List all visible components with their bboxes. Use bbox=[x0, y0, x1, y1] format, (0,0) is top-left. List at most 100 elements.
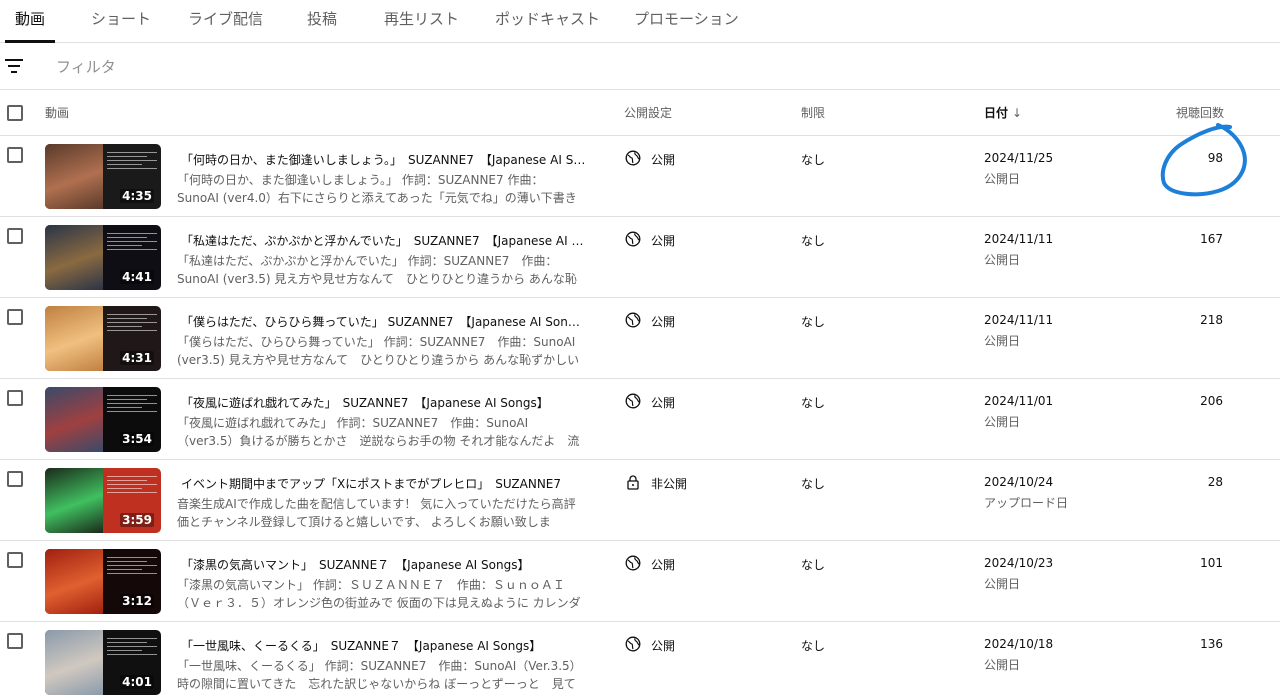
view-count: 101 bbox=[1200, 556, 1223, 570]
globe-icon bbox=[625, 555, 641, 571]
video-date: 2024/11/11 bbox=[984, 232, 1054, 246]
video-date: 2024/11/01 bbox=[984, 394, 1054, 408]
video-thumbnail[interactable]: 3:59 bbox=[45, 468, 161, 533]
visibility-status[interactable]: 公開 bbox=[651, 232, 675, 249]
header-date-label: 日付 bbox=[984, 106, 1009, 120]
video-date: 2024/11/25 bbox=[984, 151, 1054, 165]
tab-live[interactable]: ライブ配信 bbox=[188, 0, 263, 43]
visibility-status[interactable]: 非公開 bbox=[651, 475, 687, 492]
table-header: 動画 公開設定 制限 日付 ↓ 視聴回数 bbox=[0, 90, 1280, 136]
visibility-status[interactable]: 公開 bbox=[651, 313, 675, 330]
restriction-status: なし bbox=[801, 153, 826, 167]
video-date-type: 公開日 bbox=[984, 415, 1021, 429]
globe-icon bbox=[625, 393, 641, 409]
row-checkbox[interactable] bbox=[7, 471, 23, 487]
video-description: 「私達はただ、ぷかぷかと浮かんでいた」 作詞：SUZANNE7 作曲：SunoA… bbox=[177, 254, 577, 286]
restriction-status: なし bbox=[801, 558, 826, 572]
tab-shorts[interactable]: ショート bbox=[91, 0, 151, 43]
video-thumbnail[interactable]: 4:01 bbox=[45, 630, 161, 695]
video-description: 「一世風味、くーるくる」 作詞：SUZANNE7 作曲：SunoAI（Ver.3… bbox=[177, 659, 582, 691]
sort-down-arrow-icon: ↓ bbox=[1012, 106, 1023, 120]
tab-videos[interactable]: 動画 bbox=[4, 0, 56, 43]
video-duration: 4:35 bbox=[120, 189, 154, 203]
video-duration: 3:12 bbox=[120, 594, 154, 608]
header-views[interactable]: 視聴回数 bbox=[1176, 104, 1224, 121]
video-date-type: 公開日 bbox=[984, 253, 1021, 267]
view-count: 28 bbox=[1207, 475, 1223, 489]
video-thumbnail[interactable]: 4:35 bbox=[45, 144, 161, 209]
restriction-status: なし bbox=[801, 315, 826, 329]
video-title[interactable]: イベント期間中までアップ「Xにポストまでがプレヒロ」 SUZANNE7 bbox=[181, 475, 586, 492]
video-title[interactable]: 「何時の日か、また御逢いしましょう。」 SUZANNE7 【Japanese A… bbox=[181, 151, 586, 168]
restriction-status: なし bbox=[801, 639, 826, 653]
filter-input[interactable] bbox=[56, 56, 356, 78]
video-thumbnail[interactable]: 3:54 bbox=[45, 387, 161, 452]
view-count: 206 bbox=[1200, 394, 1223, 408]
tab-podcasts[interactable]: ポッドキャスト bbox=[495, 0, 600, 43]
video-date-type: 公開日 bbox=[984, 334, 1021, 348]
thumbnail-art bbox=[45, 387, 103, 452]
visibility-status[interactable]: 公開 bbox=[651, 151, 675, 168]
video-date: 2024/11/11 bbox=[984, 313, 1054, 327]
thumbnail-art bbox=[45, 549, 103, 614]
tab-posts[interactable]: 投稿 bbox=[307, 0, 337, 43]
video-thumbnail[interactable]: 4:31 bbox=[45, 306, 161, 371]
row-checkbox[interactable] bbox=[7, 228, 23, 244]
video-date: 2024/10/18 bbox=[984, 637, 1054, 651]
table-row[interactable]: 4:31 「僕らはただ、ひらひら舞っていた」 SUZANNE7 【Japanes… bbox=[0, 298, 1280, 379]
table-row[interactable]: 3:54 「夜風に遊ばれ戯れてみた」 SUZANNE7 【Japanese AI… bbox=[0, 379, 1280, 460]
video-title[interactable]: 「一世風味、くーるくる」 SUZANNE７ 【Japanese AI Songs… bbox=[181, 637, 586, 654]
table-row[interactable]: 4:35 「何時の日か、また御逢いしましょう。」 SUZANNE7 【Japan… bbox=[0, 136, 1280, 217]
lock-icon bbox=[625, 474, 641, 490]
view-count: 98 bbox=[1207, 151, 1223, 165]
video-duration: 3:59 bbox=[120, 513, 154, 527]
thumbnail-lyrics-lines bbox=[107, 314, 157, 334]
table-row[interactable]: 3:59 イベント期間中までアップ「Xにポストまでがプレヒロ」 SUZANNE7… bbox=[0, 460, 1280, 541]
thumbnail-lyrics-lines bbox=[107, 557, 157, 577]
video-title[interactable]: 「漆黒の気高いマント」 SUZANNE７ 【Japanese AI Songs】 bbox=[181, 556, 586, 573]
table-row[interactable]: 3:12 「漆黒の気高いマント」 SUZANNE７ 【Japanese AI S… bbox=[0, 541, 1280, 622]
row-checkbox[interactable] bbox=[7, 633, 23, 649]
row-checkbox[interactable] bbox=[7, 390, 23, 406]
video-title[interactable]: 「僕らはただ、ひらひら舞っていた」 SUZANNE7 【Japanese AI … bbox=[181, 313, 586, 330]
globe-icon bbox=[625, 312, 641, 328]
row-checkbox[interactable] bbox=[7, 552, 23, 568]
thumbnail-art bbox=[45, 468, 103, 533]
video-title[interactable]: 「私達はただ、ぷかぷかと浮かんでいた」 SUZANNE7 【Japanese A… bbox=[181, 232, 586, 249]
header-date[interactable]: 日付 ↓ bbox=[984, 104, 1022, 121]
video-title[interactable]: 「夜風に遊ばれ戯れてみた」 SUZANNE7 【Japanese AI Song… bbox=[181, 394, 586, 411]
header-restriction: 制限 bbox=[801, 106, 826, 120]
restriction-status: なし bbox=[801, 477, 826, 491]
thumbnail-art bbox=[45, 306, 103, 371]
video-duration: 4:31 bbox=[120, 351, 154, 365]
thumbnail-lyrics-lines bbox=[107, 395, 157, 415]
video-date: 2024/10/24 bbox=[984, 475, 1054, 489]
thumbnail-art bbox=[45, 144, 103, 209]
tab-bar: 動画 ショート ライブ配信 投稿 再生リスト ポッドキャスト プロモーション bbox=[0, 0, 1280, 43]
header-video: 動画 bbox=[45, 106, 70, 120]
video-date-type: 公開日 bbox=[984, 577, 1021, 591]
table-row[interactable]: 4:01 「一世風味、くーるくる」 SUZANNE７ 【Japanese AI … bbox=[0, 622, 1280, 699]
visibility-status[interactable]: 公開 bbox=[651, 394, 675, 411]
video-description: 「僕らはただ、ひらひら舞っていた」 作詞：SUZANNE7 作曲：SunoAI … bbox=[177, 335, 580, 367]
table-row[interactable]: 4:41 「私達はただ、ぷかぷかと浮かんでいた」 SUZANNE7 【Japan… bbox=[0, 217, 1280, 298]
video-duration: 4:01 bbox=[120, 675, 154, 689]
video-thumbnail[interactable]: 3:12 bbox=[45, 549, 161, 614]
select-all-checkbox[interactable] bbox=[7, 105, 23, 121]
view-count: 218 bbox=[1200, 313, 1223, 327]
filter-icon[interactable] bbox=[5, 59, 23, 73]
view-count: 136 bbox=[1200, 637, 1223, 651]
thumbnail-art bbox=[45, 225, 103, 290]
visibility-status[interactable]: 公開 bbox=[651, 556, 675, 573]
view-count: 167 bbox=[1200, 232, 1223, 246]
visibility-status[interactable]: 公開 bbox=[651, 637, 675, 654]
tab-playlists[interactable]: 再生リスト bbox=[384, 0, 459, 43]
restriction-status: なし bbox=[801, 396, 826, 410]
tab-promotions[interactable]: プロモーション bbox=[634, 0, 739, 43]
video-thumbnail[interactable]: 4:41 bbox=[45, 225, 161, 290]
restriction-status: なし bbox=[801, 234, 826, 248]
video-duration: 4:41 bbox=[120, 270, 154, 284]
row-checkbox[interactable] bbox=[7, 147, 23, 163]
row-checkbox[interactable] bbox=[7, 309, 23, 325]
video-description: 「何時の日か、また御逢いしましょう。」 作詞：SUZANNE7 作曲：SunoA… bbox=[177, 173, 577, 205]
